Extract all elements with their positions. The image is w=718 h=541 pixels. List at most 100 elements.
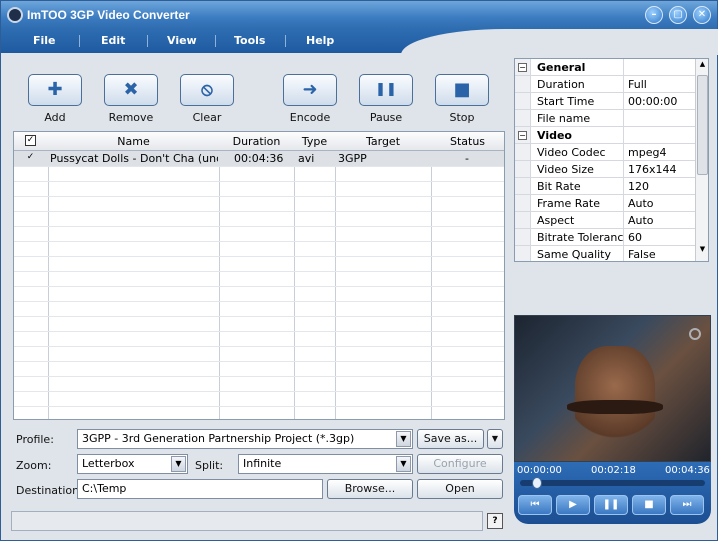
property-divider — [623, 161, 624, 178]
property-row[interactable]: Same Quality False — [515, 246, 695, 261]
play-icon[interactable]: ▶ — [556, 495, 590, 515]
help-icon[interactable]: ? — [487, 513, 503, 529]
stop-icon[interactable]: ■ — [632, 495, 666, 515]
open-button[interactable]: Open — [417, 479, 503, 499]
row-divider — [14, 166, 504, 167]
preview-sunglasses — [567, 400, 663, 414]
property-divider — [623, 110, 624, 127]
menu-edit[interactable]: Edit — [101, 34, 125, 47]
property-group[interactable]: − Video — [515, 127, 695, 144]
properties-panel[interactable]: − General Duration Full Start Time 00:00:00 Fi… — [514, 58, 709, 262]
maximize-button[interactable]: ▢ — [669, 6, 687, 24]
seek-thumb[interactable] — [532, 477, 543, 489]
row-divider — [14, 241, 504, 242]
column-name[interactable]: Name — [48, 135, 219, 148]
row-type: avi — [298, 152, 315, 165]
property-key: File name — [537, 112, 591, 125]
menu-file[interactable]: File — [33, 34, 56, 47]
scroll-down-icon[interactable]: ▼ — [697, 245, 708, 257]
save-as-dropdown-icon[interactable]: ▼ — [487, 429, 503, 449]
row-divider — [14, 196, 504, 197]
file-list[interactable]: ✓ Name Duration Type Target Status ✓ Pus… — [13, 131, 505, 420]
stop-button[interactable]: ■ — [435, 74, 489, 106]
split-select[interactable]: Infinite ▼ — [238, 454, 413, 474]
encode-label: Encode — [289, 111, 331, 124]
pause-button[interactable]: ❚❚ — [359, 74, 413, 106]
property-key: Video Codec — [537, 146, 606, 159]
property-key: Frame Rate — [537, 197, 600, 210]
row-divider — [14, 331, 504, 332]
encode-button[interactable]: ➜ — [283, 74, 337, 106]
stop-label: Stop — [449, 111, 475, 124]
property-divider — [623, 246, 624, 261]
property-row[interactable]: Bitrate Tolerance 60 — [515, 229, 695, 246]
property-value: Full — [628, 78, 647, 91]
scroll-thumb[interactable] — [697, 75, 708, 175]
remove-label: Remove — [108, 111, 154, 124]
column-duration[interactable]: Duration — [219, 135, 294, 148]
clear-button[interactable]: ⦸ — [180, 74, 234, 106]
property-key: Video Size — [537, 163, 594, 176]
add-button[interactable]: ✚ — [28, 74, 82, 106]
property-row[interactable]: Frame Rate Auto — [515, 195, 695, 212]
property-value: 00:00:00 — [628, 95, 678, 108]
property-row[interactable]: Start Time 00:00:00 — [515, 93, 695, 110]
zoom-select[interactable]: Letterbox ▼ — [77, 454, 188, 474]
watermark-icon — [689, 328, 701, 340]
property-group[interactable]: − General — [515, 59, 695, 76]
row-name: Pussycat Dolls - Don't Cha (uncensored) — [50, 152, 218, 165]
pause-icon[interactable]: ❚❚ — [594, 495, 628, 515]
property-value: 176x144 — [628, 163, 677, 176]
property-divider — [623, 59, 624, 76]
property-divider — [623, 127, 624, 144]
row-checkbox[interactable]: ✓ — [25, 153, 36, 164]
property-row[interactable]: Bit Rate 120 — [515, 178, 695, 195]
menu-tools[interactable]: Tools — [234, 34, 265, 47]
pause-label: Pause — [369, 111, 403, 124]
column-status[interactable]: Status — [431, 135, 504, 148]
column-target[interactable]: Target — [335, 135, 431, 148]
property-divider — [623, 229, 624, 246]
destination-label: Destination: — [16, 484, 83, 497]
close-button[interactable]: ✕ — [693, 6, 711, 24]
row-divider — [14, 301, 504, 302]
property-key: Bit Rate — [537, 180, 581, 193]
browse-button[interactable]: Browse... — [327, 479, 413, 499]
menu-view[interactable]: View — [167, 34, 197, 47]
time-end: 00:04:36 — [665, 465, 710, 476]
property-row[interactable]: Video Size 176x144 — [515, 161, 695, 178]
minimize-button[interactable]: – — [645, 6, 663, 24]
app-logo-icon — [7, 7, 23, 23]
column-type[interactable]: Type — [294, 135, 335, 148]
chevron-down-icon: ▼ — [171, 456, 186, 472]
menu-help[interactable]: Help — [306, 34, 334, 47]
list-header: ✓ Name Duration Type Target Status — [14, 132, 504, 151]
remove-button[interactable]: ✖ — [104, 74, 158, 106]
collapse-icon[interactable]: − — [518, 63, 527, 72]
table-row[interactable]: ✓ Pussycat Dolls - Don't Cha (uncensored… — [14, 151, 504, 166]
previous-icon[interactable]: ⏮ — [518, 495, 552, 515]
next-icon[interactable]: ⏭ — [670, 495, 704, 515]
profile-select[interactable]: 3GPP - 3rd Generation Partnership Projec… — [77, 429, 413, 449]
save-as-button[interactable]: Save as... — [417, 429, 484, 449]
properties-scrollbar[interactable]: ▲ ▼ — [695, 59, 708, 261]
property-row[interactable]: Aspect Auto — [515, 212, 695, 229]
property-row[interactable]: Video Codec mpeg4 — [515, 144, 695, 161]
property-key: Duration — [537, 78, 585, 91]
property-key: Video — [537, 129, 572, 142]
configure-button[interactable]: Configure — [417, 454, 503, 474]
seek-bar[interactable] — [520, 477, 705, 489]
property-value: False — [628, 248, 656, 261]
scroll-up-icon[interactable]: ▲ — [697, 60, 708, 72]
collapse-icon[interactable]: − — [518, 131, 527, 140]
property-divider — [623, 93, 624, 110]
property-row[interactable]: File name — [515, 110, 695, 127]
time-current: 00:02:18 — [591, 465, 636, 476]
row-divider — [14, 211, 504, 212]
select-all-checkbox[interactable]: ✓ — [25, 135, 36, 146]
status-bar — [11, 511, 483, 531]
property-row[interactable]: Duration Full — [515, 76, 695, 93]
chevron-down-icon: ▼ — [396, 431, 411, 447]
video-preview — [514, 315, 711, 462]
destination-input[interactable]: C:\Temp — [77, 479, 323, 499]
